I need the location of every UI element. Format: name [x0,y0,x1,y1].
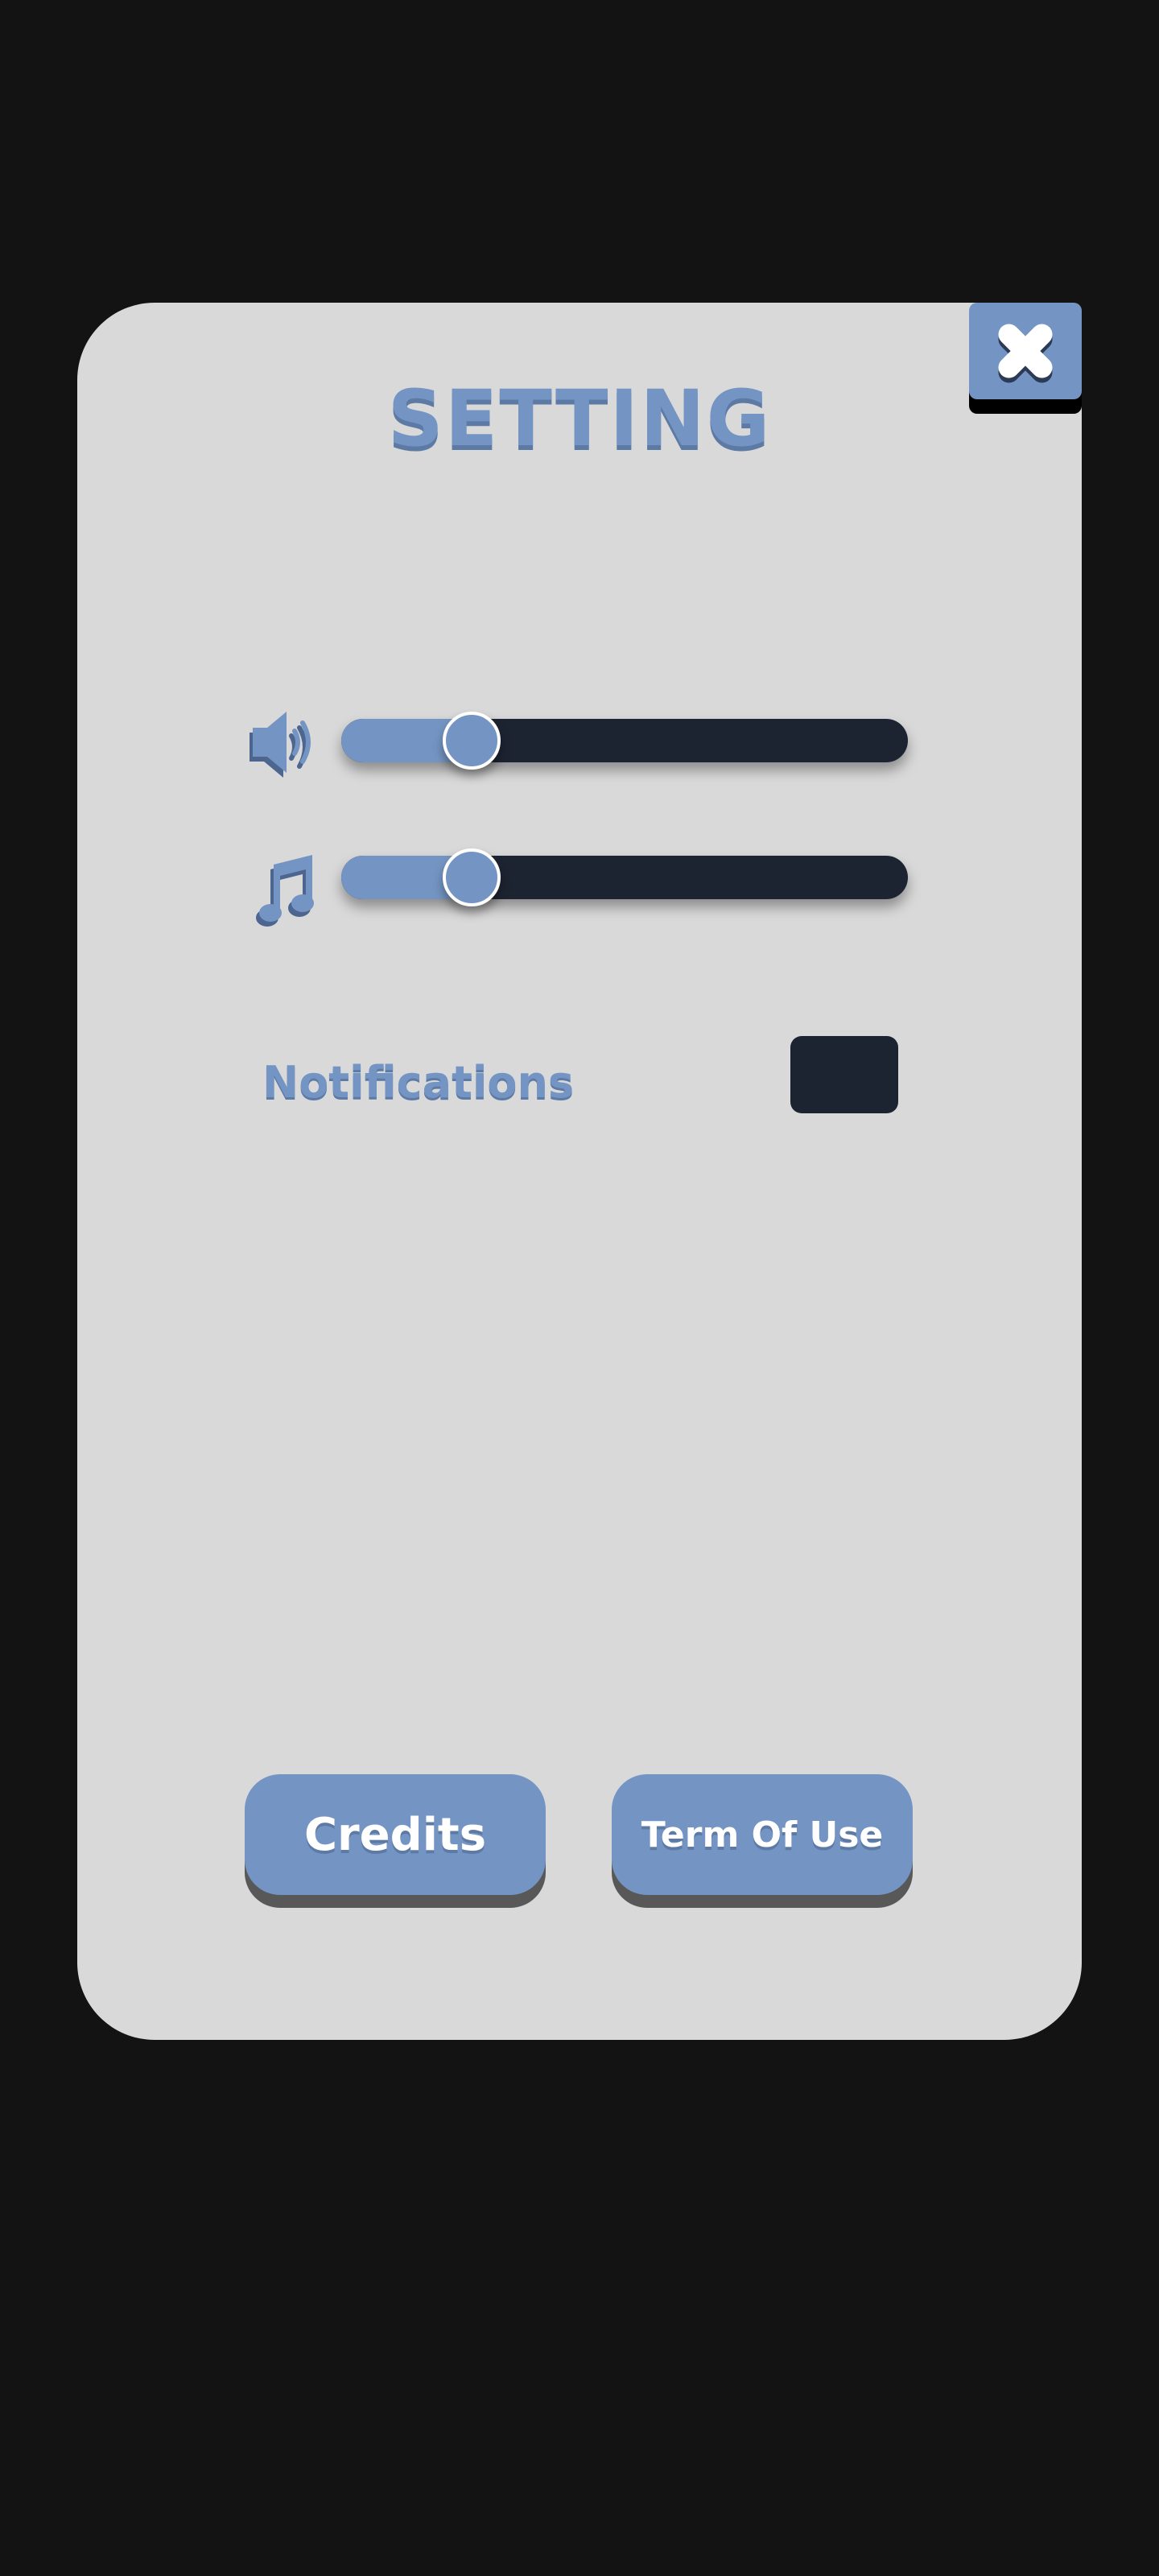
music-slider-thumb[interactable] [442,848,501,906]
music-volume-slider[interactable] [341,848,908,906]
speaker-volume-icon [250,712,311,778]
credits-button[interactable]: Credits [245,1774,546,1895]
settings-panel [77,303,1082,2040]
close-x-icon [998,324,1053,383]
notifications-toggle[interactable] [790,1036,898,1113]
sound-slider-thumb[interactable] [442,712,501,770]
music-slider-track [341,856,908,899]
close-button[interactable] [969,303,1082,399]
sound-slider-track [341,719,908,762]
game-screen: SETTING Notifications Credits Term Of Us… [0,0,1159,2576]
terms-of-use-button[interactable]: Term Of Use [612,1774,913,1895]
sound-volume-slider[interactable] [341,712,908,770]
music-note-icon [256,855,314,927]
notifications-label: Notifications [262,1057,575,1108]
